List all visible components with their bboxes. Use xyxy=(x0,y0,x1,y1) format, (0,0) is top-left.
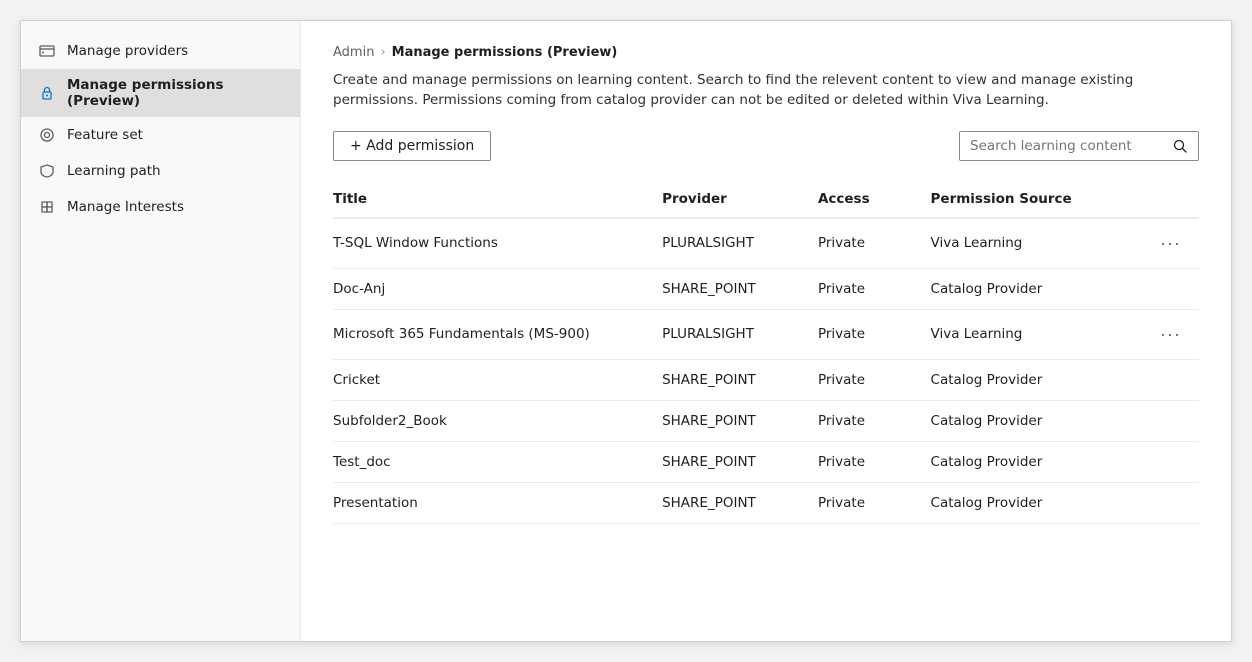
cell-action: ··· xyxy=(1121,218,1199,269)
cell-source: Catalog Provider xyxy=(931,268,1122,309)
cell-provider: SHARE_POINT xyxy=(662,400,818,441)
sidebar-item-manage-permissions[interactable]: Manage permissions (Preview) xyxy=(21,69,300,117)
cell-access: Private xyxy=(818,268,931,309)
cell-provider: SHARE_POINT xyxy=(662,359,818,400)
sidebar-label-manage-interests: Manage Interests xyxy=(67,199,184,215)
sidebar-label-learning-path: Learning path xyxy=(67,163,161,179)
col-header-source: Permission Source xyxy=(931,181,1122,218)
cell-access: Private xyxy=(818,441,931,482)
permissions-icon xyxy=(37,83,57,103)
search-button[interactable] xyxy=(1162,132,1198,160)
table-row: Microsoft 365 Fundamentals (MS-900) PLUR… xyxy=(333,309,1199,359)
cell-access: Private xyxy=(818,482,931,523)
breadcrumb-separator: › xyxy=(380,45,385,60)
cell-access: Private xyxy=(818,218,931,269)
col-header-title: Title xyxy=(333,181,662,218)
breadcrumb-parent[interactable]: Admin xyxy=(333,45,374,60)
sidebar-label-manage-permissions: Manage permissions (Preview) xyxy=(67,77,284,109)
cell-action xyxy=(1121,441,1199,482)
col-header-access: Access xyxy=(818,181,931,218)
cell-title: Subfolder2_Book xyxy=(333,400,662,441)
table-row: Subfolder2_Book SHARE_POINT Private Cata… xyxy=(333,400,1199,441)
cell-source: Catalog Provider xyxy=(931,441,1122,482)
cell-provider: SHARE_POINT xyxy=(662,482,818,523)
cell-source: Catalog Provider xyxy=(931,400,1122,441)
cell-title: Cricket xyxy=(333,359,662,400)
cell-title: Test_doc xyxy=(333,441,662,482)
breadcrumb: Admin › Manage permissions (Preview) xyxy=(333,45,1199,60)
search-input[interactable] xyxy=(960,132,1162,160)
sidebar-label-manage-providers: Manage providers xyxy=(67,43,188,59)
row-more-button[interactable]: ··· xyxy=(1154,231,1187,256)
sidebar: Manage providers Manage permissions (Pre… xyxy=(21,21,301,641)
table-row: Test_doc SHARE_POINT Private Catalog Pro… xyxy=(333,441,1199,482)
cell-provider: SHARE_POINT xyxy=(662,441,818,482)
sidebar-label-feature-set: Feature set xyxy=(67,127,143,143)
breadcrumb-current: Manage permissions (Preview) xyxy=(392,45,618,60)
cell-provider: SHARE_POINT xyxy=(662,268,818,309)
add-permission-button[interactable]: + Add permission xyxy=(333,131,491,161)
cell-access: Private xyxy=(818,359,931,400)
learning-icon xyxy=(37,161,57,181)
sidebar-item-manage-providers[interactable]: Manage providers xyxy=(21,33,300,69)
main-content: Admin › Manage permissions (Preview) Cre… xyxy=(301,21,1231,641)
cell-source: Catalog Provider xyxy=(931,482,1122,523)
page-description: Create and manage permissions on learnin… xyxy=(333,70,1193,111)
cell-source: Catalog Provider xyxy=(931,359,1122,400)
cell-source: Viva Learning xyxy=(931,218,1122,269)
cell-provider: PLURALSIGHT xyxy=(662,218,818,269)
cell-action xyxy=(1121,268,1199,309)
permissions-table: Title Provider Access Permission Source … xyxy=(333,181,1199,524)
table-row: Cricket SHARE_POINT Private Catalog Prov… xyxy=(333,359,1199,400)
feature-icon xyxy=(37,125,57,145)
cell-title: T-SQL Window Functions xyxy=(333,218,662,269)
sidebar-item-manage-interests[interactable]: Manage Interests xyxy=(21,189,300,225)
cell-action xyxy=(1121,359,1199,400)
cell-access: Private xyxy=(818,309,931,359)
provider-icon xyxy=(37,41,57,61)
cell-provider: PLURALSIGHT xyxy=(662,309,818,359)
sidebar-item-learning-path[interactable]: Learning path xyxy=(21,153,300,189)
interests-icon xyxy=(37,197,57,217)
cell-action xyxy=(1121,482,1199,523)
sidebar-item-feature-set[interactable]: Feature set xyxy=(21,117,300,153)
main-area: Admin › Manage permissions (Preview) Cre… xyxy=(301,21,1231,641)
table-row: Presentation SHARE_POINT Private Catalog… xyxy=(333,482,1199,523)
toolbar: + Add permission xyxy=(333,131,1199,161)
cell-title: Presentation xyxy=(333,482,662,523)
table-row: Doc-Anj SHARE_POINT Private Catalog Prov… xyxy=(333,268,1199,309)
cell-action: ··· xyxy=(1121,309,1199,359)
cell-title: Microsoft 365 Fundamentals (MS-900) xyxy=(333,309,662,359)
table-header: Title Provider Access Permission Source xyxy=(333,181,1199,218)
table-body: T-SQL Window Functions PLURALSIGHT Priva… xyxy=(333,218,1199,524)
search-icon xyxy=(1172,138,1188,154)
row-more-button[interactable]: ··· xyxy=(1154,322,1187,347)
cell-action xyxy=(1121,400,1199,441)
col-header-provider: Provider xyxy=(662,181,818,218)
cell-source: Viva Learning xyxy=(931,309,1122,359)
permissions-table-container: Title Provider Access Permission Source … xyxy=(333,181,1199,524)
app-window: Manage providers Manage permissions (Pre… xyxy=(20,20,1232,642)
search-box xyxy=(959,131,1199,161)
cell-title: Doc-Anj xyxy=(333,268,662,309)
col-header-action xyxy=(1121,181,1199,218)
cell-access: Private xyxy=(818,400,931,441)
table-row: T-SQL Window Functions PLURALSIGHT Priva… xyxy=(333,218,1199,269)
